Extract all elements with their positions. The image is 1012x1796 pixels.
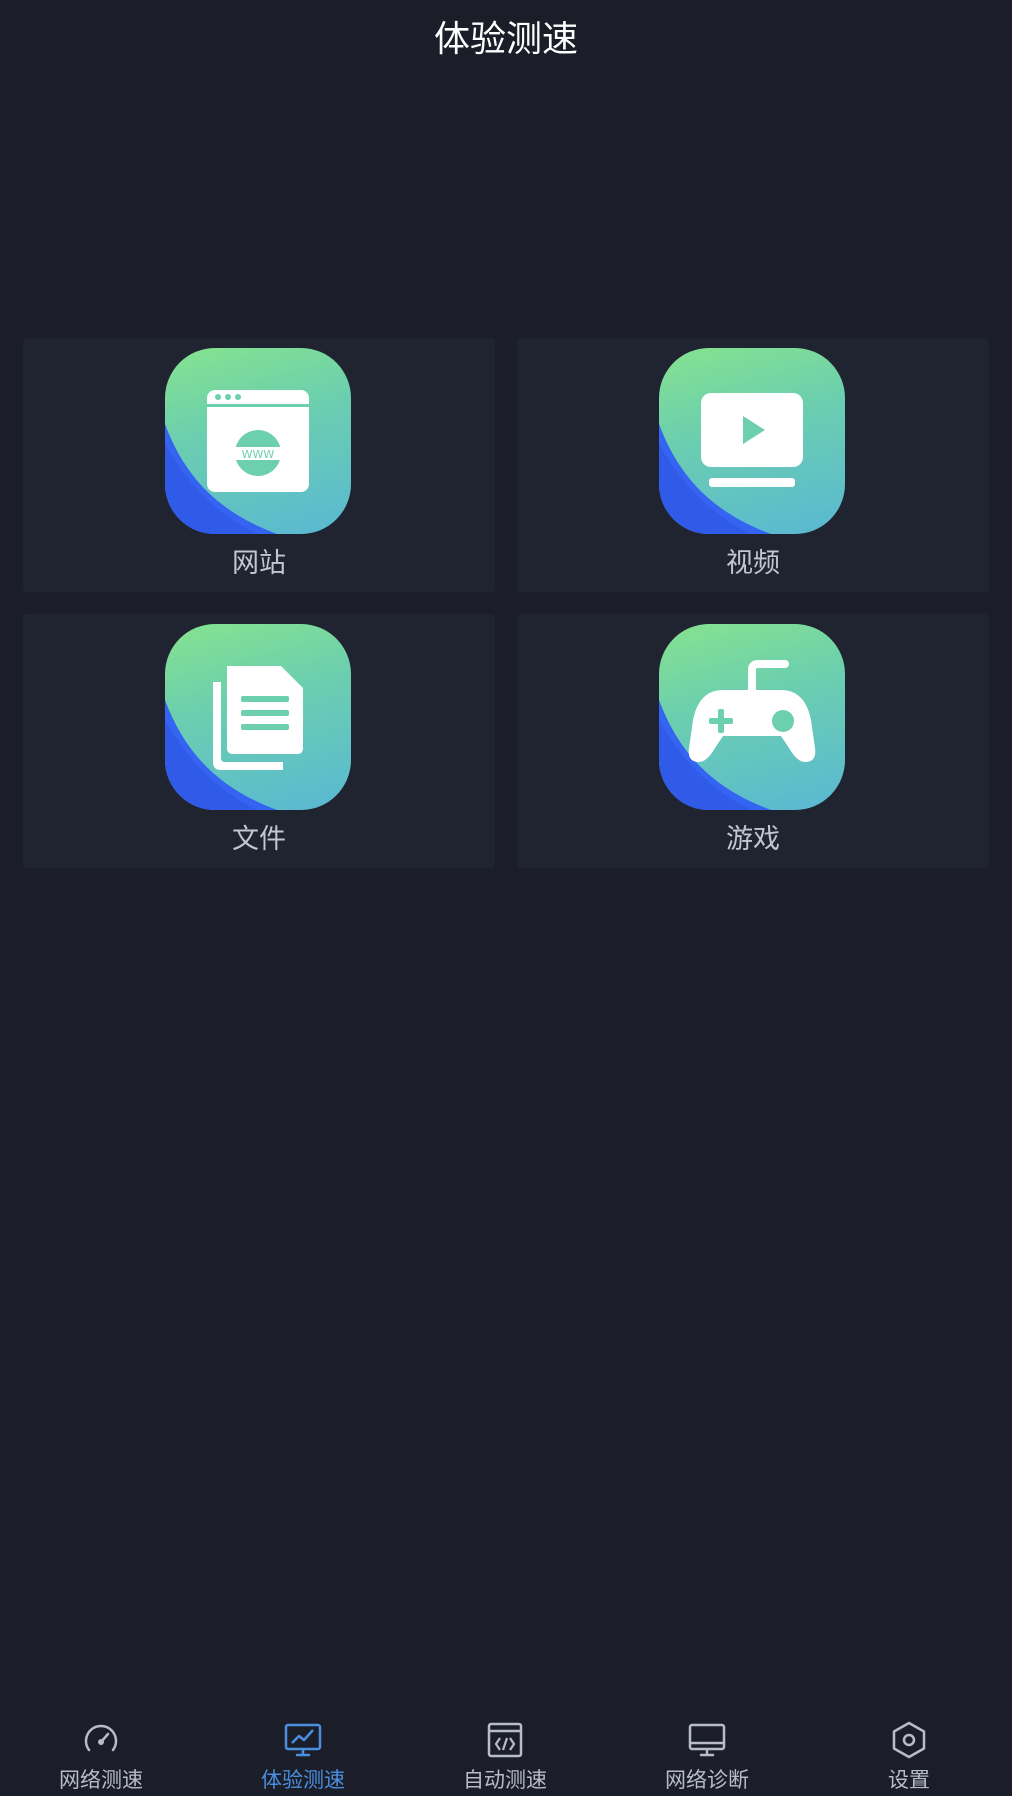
website-label: 网站: [232, 548, 286, 579]
www-text: WWW: [242, 448, 275, 461]
tab-settings[interactable]: 设置: [808, 1706, 1010, 1796]
file-test-card[interactable]: 文件: [23, 614, 495, 868]
website-icon: WWW: [165, 348, 351, 534]
tab-label: 体验测速: [261, 1768, 345, 1792]
screen: 体验测速 WWW 网站 视频 文件 游戏 网络测速 体验测速 自动测速 网络诊断…: [0, 0, 1012, 1796]
video-test-card[interactable]: 视频: [517, 338, 989, 592]
game-test-card[interactable]: 游戏: [517, 614, 989, 868]
tab-label: 设置: [888, 1768, 930, 1792]
tab-network-speed-test[interactable]: 网络测速: [0, 1706, 202, 1796]
tab-auto-speed-test[interactable]: 自动测速: [404, 1706, 606, 1796]
hexagon-settings-icon: [892, 1721, 926, 1759]
file-icon: [165, 624, 351, 810]
website-test-card[interactable]: WWW 网站: [23, 338, 495, 592]
bottom-tab-bar: 网络测速 体验测速 自动测速 网络诊断 设置: [0, 1706, 1012, 1796]
speedometer-icon: [84, 1724, 118, 1752]
video-label: 视频: [726, 548, 780, 579]
code-window-icon: [487, 1722, 523, 1758]
video-icon: [659, 348, 845, 534]
tab-experience-speed-test[interactable]: 体验测速: [202, 1706, 404, 1796]
page-title: 体验测速: [433, 19, 578, 60]
tab-network-diagnosis[interactable]: 网络诊断: [606, 1706, 808, 1796]
game-controller-icon: [659, 624, 845, 810]
tab-label: 网络测速: [59, 1768, 143, 1792]
file-label: 文件: [232, 824, 286, 855]
tab-label: 网络诊断: [665, 1768, 749, 1792]
monitor-chart-icon: [284, 1723, 322, 1757]
game-label: 游戏: [726, 824, 780, 855]
desktop-icon: [688, 1723, 726, 1757]
tab-label: 自动测速: [463, 1768, 547, 1792]
